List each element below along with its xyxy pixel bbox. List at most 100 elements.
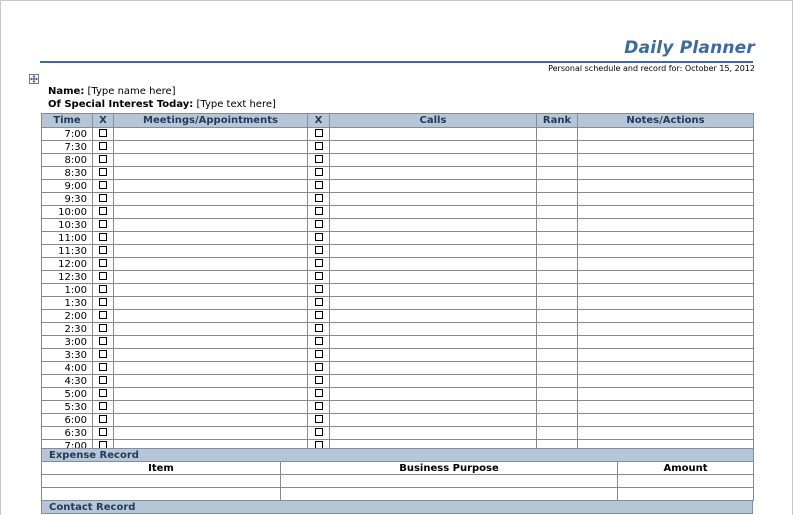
- call-done-checkbox[interactable]: [307, 374, 330, 388]
- notes-cell[interactable]: [577, 205, 754, 219]
- meeting-cell[interactable]: [113, 270, 308, 284]
- rank-cell[interactable]: [536, 348, 578, 362]
- checkbox-icon[interactable]: [314, 155, 323, 163]
- call-cell[interactable]: [329, 140, 537, 154]
- rank-cell[interactable]: [536, 140, 578, 154]
- name-input[interactable]: [Type name here]: [88, 86, 176, 97]
- notes-cell[interactable]: [577, 426, 754, 440]
- checkbox-icon[interactable]: [99, 350, 107, 358]
- rank-cell[interactable]: [536, 413, 578, 427]
- notes-cell[interactable]: [577, 322, 754, 336]
- notes-cell[interactable]: [577, 374, 754, 388]
- meeting-done-checkbox[interactable]: [92, 348, 114, 362]
- meeting-cell[interactable]: [113, 283, 308, 297]
- meeting-done-checkbox[interactable]: [92, 244, 114, 258]
- notes-cell[interactable]: [577, 335, 754, 349]
- expense-purpose-cell[interactable]: [280, 487, 618, 501]
- call-cell[interactable]: [329, 361, 537, 375]
- meeting-done-checkbox[interactable]: [92, 309, 114, 323]
- checkbox-icon[interactable]: [314, 129, 323, 137]
- checkbox-icon[interactable]: [99, 207, 107, 215]
- meeting-done-checkbox[interactable]: [92, 296, 114, 310]
- special-interest-input[interactable]: [Type text here]: [197, 99, 276, 110]
- checkbox-icon[interactable]: [314, 142, 323, 150]
- call-done-checkbox[interactable]: [307, 387, 330, 401]
- checkbox-icon[interactable]: [99, 389, 107, 397]
- meeting-cell[interactable]: [113, 244, 308, 258]
- checkbox-icon[interactable]: [99, 142, 107, 150]
- call-cell[interactable]: [329, 205, 537, 219]
- call-done-checkbox[interactable]: [307, 231, 330, 245]
- meeting-cell[interactable]: [113, 374, 308, 388]
- checkbox-icon[interactable]: [99, 181, 107, 189]
- call-cell[interactable]: [329, 400, 537, 414]
- rank-cell[interactable]: [536, 400, 578, 414]
- checkbox-icon[interactable]: [99, 233, 107, 241]
- checkbox-icon[interactable]: [314, 428, 323, 436]
- rank-cell[interactable]: [536, 218, 578, 232]
- checkbox-icon[interactable]: [99, 259, 107, 267]
- checkbox-icon[interactable]: [314, 285, 323, 293]
- checkbox-icon[interactable]: [314, 298, 323, 306]
- checkbox-icon[interactable]: [314, 194, 323, 202]
- rank-cell[interactable]: [536, 335, 578, 349]
- meeting-done-checkbox[interactable]: [92, 270, 114, 284]
- call-cell[interactable]: [329, 127, 537, 141]
- checkbox-icon[interactable]: [314, 350, 323, 358]
- rank-cell[interactable]: [536, 322, 578, 336]
- notes-cell[interactable]: [577, 400, 754, 414]
- checkbox-icon[interactable]: [314, 220, 323, 228]
- call-cell[interactable]: [329, 335, 537, 349]
- call-done-checkbox[interactable]: [307, 426, 330, 440]
- rank-cell[interactable]: [536, 361, 578, 375]
- call-cell[interactable]: [329, 192, 537, 206]
- notes-cell[interactable]: [577, 218, 754, 232]
- expense-amount-cell[interactable]: [616, 474, 755, 488]
- expense-item-cell[interactable]: [41, 487, 281, 501]
- rank-cell[interactable]: [536, 387, 578, 401]
- meeting-done-checkbox[interactable]: [92, 322, 114, 336]
- meeting-done-checkbox[interactable]: [92, 231, 114, 245]
- notes-cell[interactable]: [577, 270, 754, 284]
- meeting-cell[interactable]: [113, 153, 308, 167]
- call-done-checkbox[interactable]: [307, 192, 330, 206]
- meeting-done-checkbox[interactable]: [92, 192, 114, 206]
- call-cell[interactable]: [329, 348, 537, 362]
- call-done-checkbox[interactable]: [307, 127, 330, 141]
- expense-purpose-cell[interactable]: [280, 474, 618, 488]
- call-cell[interactable]: [329, 244, 537, 258]
- checkbox-icon[interactable]: [99, 272, 107, 280]
- checkbox-icon[interactable]: [314, 233, 323, 241]
- rank-cell[interactable]: [536, 270, 578, 284]
- call-cell[interactable]: [329, 231, 537, 245]
- call-done-checkbox[interactable]: [307, 322, 330, 336]
- notes-cell[interactable]: [577, 413, 754, 427]
- rank-cell[interactable]: [536, 283, 578, 297]
- meeting-cell[interactable]: [113, 192, 308, 206]
- checkbox-icon[interactable]: [314, 402, 323, 410]
- rank-cell[interactable]: [536, 426, 578, 440]
- call-done-checkbox[interactable]: [307, 270, 330, 284]
- checkbox-icon[interactable]: [99, 376, 107, 384]
- meeting-cell[interactable]: [113, 218, 308, 232]
- call-done-checkbox[interactable]: [307, 257, 330, 271]
- rank-cell[interactable]: [536, 296, 578, 310]
- notes-cell[interactable]: [577, 257, 754, 271]
- call-done-checkbox[interactable]: [307, 309, 330, 323]
- notes-cell[interactable]: [577, 140, 754, 154]
- meeting-cell[interactable]: [113, 127, 308, 141]
- call-done-checkbox[interactable]: [307, 335, 330, 349]
- rank-cell[interactable]: [536, 166, 578, 180]
- call-cell[interactable]: [329, 166, 537, 180]
- checkbox-icon[interactable]: [314, 181, 323, 189]
- checkbox-icon[interactable]: [314, 259, 323, 267]
- meeting-cell[interactable]: [113, 348, 308, 362]
- checkbox-icon[interactable]: [314, 415, 323, 423]
- meeting-cell[interactable]: [113, 140, 308, 154]
- notes-cell[interactable]: [577, 296, 754, 310]
- call-cell[interactable]: [329, 270, 537, 284]
- notes-cell[interactable]: [577, 153, 754, 167]
- meeting-done-checkbox[interactable]: [92, 413, 114, 427]
- checkbox-icon[interactable]: [314, 272, 323, 280]
- expense-item-cell[interactable]: [41, 474, 281, 488]
